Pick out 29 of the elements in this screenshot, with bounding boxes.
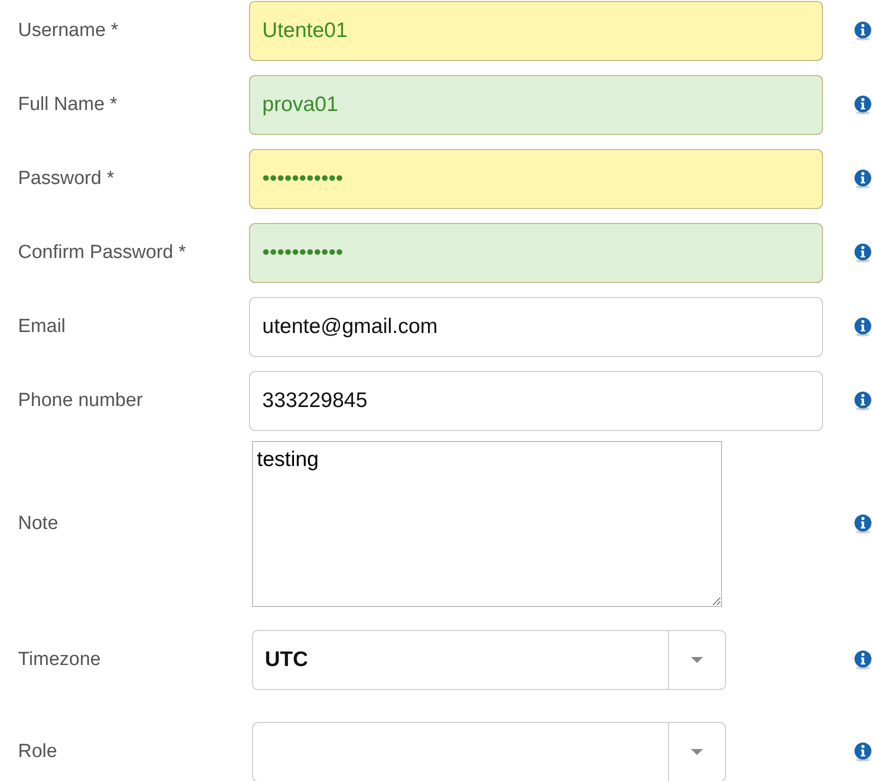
caret-icon <box>690 748 703 756</box>
input-field[interactable]: 333229845 <box>249 371 824 431</box>
field-label: Role <box>18 741 58 763</box>
caret-icon <box>690 656 703 664</box>
note-field[interactable]: testing <box>252 441 722 607</box>
select-field[interactable]: UTC <box>252 630 669 690</box>
field-label: Username * <box>18 20 120 42</box>
password-field[interactable]: ••••••••••• <box>249 223 824 283</box>
input-field[interactable]: prova01 <box>249 75 824 135</box>
info-icon[interactable] <box>854 391 872 411</box>
input-field[interactable]: Utente01 <box>249 1 824 61</box>
field-label: Confirm Password * <box>18 242 187 264</box>
info-icon[interactable] <box>854 742 872 762</box>
password-field[interactable]: ••••••••••• <box>249 149 824 209</box>
info-icon[interactable] <box>854 514 872 534</box>
info-icon[interactable] <box>854 95 872 115</box>
info-icon[interactable] <box>854 21 872 41</box>
field-label: Full Name * <box>18 94 118 116</box>
info-icon[interactable] <box>854 650 872 670</box>
field-label: Note <box>18 513 60 535</box>
field-label: Timezone <box>18 649 102 671</box>
input-field[interactable]: utente@gmail.com <box>249 297 824 357</box>
info-icon[interactable] <box>854 317 872 337</box>
field-label: Password * <box>18 168 116 190</box>
info-icon[interactable] <box>854 169 872 189</box>
info-icon[interactable] <box>854 243 872 263</box>
select-field[interactable] <box>252 722 669 781</box>
field-label: Phone number <box>18 390 144 412</box>
field-label: Email <box>18 316 67 338</box>
